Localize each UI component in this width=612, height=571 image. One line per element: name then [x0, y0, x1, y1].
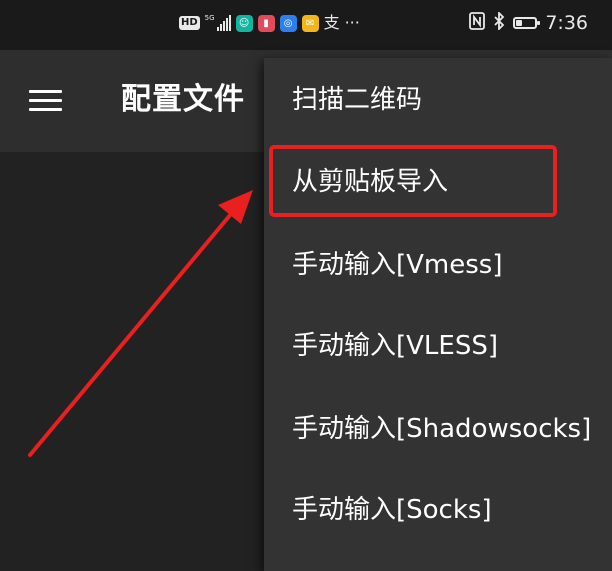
overflow-menu: 扫描二维码 从剪贴板导入 手动输入[Vmess] 手动输入[VLESS] 手动输… [264, 58, 612, 571]
page-title: 配置文件 [121, 82, 245, 117]
more-notifications-icon: ··· [344, 13, 360, 32]
network-type-label: 5G [204, 14, 215, 22]
bluetooth-icon [493, 10, 505, 34]
mail-app-icon: ✉ [301, 14, 319, 32]
alipay-icon: 支 [323, 13, 340, 32]
hd-voice-icon: HD [179, 16, 200, 30]
signal-strength-icon: 5G [205, 15, 231, 31]
status-bar-left-icons: HD 5G ☺ ▮ ◎ ✉ 支 ··· [179, 13, 360, 33]
wechat-app-icon: ☺ [235, 14, 253, 32]
menu-item-manual-vless[interactable]: 手动输入[VLESS] [292, 326, 498, 366]
status-time: 7:36 [545, 12, 588, 34]
menu-item-manual-vmess[interactable]: 手动输入[Vmess] [292, 245, 503, 285]
hamburger-icon[interactable] [29, 90, 62, 112]
status-bar-right-icons: 7:36 [469, 10, 588, 35]
status-bar: HD 5G ☺ ▮ ◎ ✉ 支 ··· 7:36 [0, 0, 612, 50]
book-app-icon: ▮ [257, 14, 275, 32]
menu-item-manual-socks[interactable]: 手动输入[Socks] [292, 490, 492, 530]
menu-item-scan-qr[interactable]: 扫描二维码 [292, 80, 422, 120]
menu-item-import-clipboard[interactable]: 从剪贴板导入 [292, 162, 448, 202]
alarm-app-icon: ◎ [279, 14, 297, 32]
menu-item-manual-shadowsocks[interactable]: 手动输入[Shadowsocks] [292, 409, 591, 449]
battery-icon [513, 17, 541, 29]
nfc-icon [469, 12, 486, 34]
